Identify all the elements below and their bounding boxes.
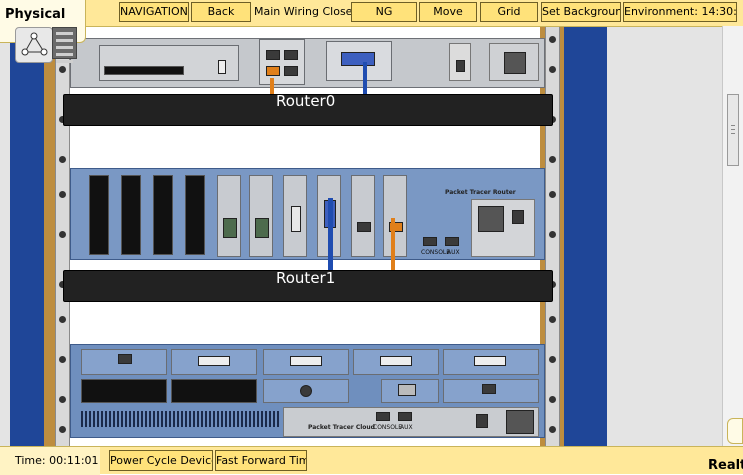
router0-console-port[interactable] [266,66,280,76]
rack-workspace[interactable]: Router0 Packet Tracer Router CONSOLE AUX [0,26,722,446]
vertical-scrollbar[interactable] [722,26,743,446]
back-button[interactable]: Back [191,2,251,22]
router1-power-socket [478,206,504,232]
ng-button[interactable]: NG [351,2,417,22]
simulation-time: Time: 00:11:01 [15,454,99,467]
cloud-serial-module-2 [263,349,349,375]
cloud-rear-panel: Packet Tracer Cloud CONSOLE AUX [283,407,539,437]
router0-blue-cable [363,62,367,94]
router1-brand-text: Packet Tracer Router [445,189,516,196]
router1-console-port[interactable] [423,237,437,246]
location-label: Main Wiring Closet [254,5,357,18]
cloud-console-label: CONSOLE [373,424,403,431]
cloud-chassis[interactable]: Packet Tracer Cloud CONSOLE AUX [70,344,545,438]
router1-blank-slot-1 [89,175,109,255]
router0-usb-port [218,60,226,74]
cloud-brand-text: Packet Tracer Cloud [308,424,375,431]
router1-blank-slot-3 [153,175,173,255]
set-background-button[interactable]: Set Background [541,2,621,22]
realtime-tab-icon[interactable] [727,418,743,444]
cloud-eth-port-2[interactable] [398,384,416,396]
cloud-eth-port-3[interactable] [482,384,496,394]
router1-console-label: CONSOLE [421,249,451,256]
cloud-serial-module-4 [443,349,539,375]
router1-fiber-port-1[interactable] [223,218,237,238]
grid-button[interactable]: Grid [480,2,538,22]
cloud-serial-port-3[interactable] [380,356,412,366]
rack-rail-right [545,26,560,446]
router0-chassis[interactable] [70,38,545,88]
cloud-ethernet-module-3 [443,379,539,403]
rack-view-icon[interactable] [52,27,77,63]
move-button[interactable]: Move [419,2,477,22]
fast-forward-time-button[interactable]: Fast Forward Time [215,450,307,471]
cloud-aux-port[interactable] [398,412,412,421]
cloud-serial-port-4[interactable] [474,356,506,366]
router0-aux-port[interactable] [284,66,298,76]
router0-orange-cable [270,78,274,94]
cloud-power-switch[interactable] [476,414,488,428]
rack-rail-left [55,26,70,446]
cloud-blank-slot-1 [81,379,167,403]
router1-aux-label: AUX [447,249,460,256]
router1-ethernet-module-1 [351,175,375,257]
router0-power-switch[interactable] [449,43,471,81]
cloud-ethernet-module-1 [81,349,167,375]
bottom-toolbar: Time: 00:11:01 Power Cycle Devices Fast … [0,446,743,475]
router0-power-socket [504,52,526,74]
power-cycle-devices-button[interactable]: Power Cycle Devices [109,450,213,471]
cloud-coax-module [263,379,349,403]
router1-orange-cable [391,218,395,270]
cloud-serial-module-1 [171,349,257,375]
router1-aux-port[interactable] [445,237,459,246]
cloud-blank-slot-2 [171,379,257,403]
router0-hwic-slot [99,45,239,81]
cloud-console-port[interactable] [376,412,390,421]
router1-power-supply [471,199,535,257]
router1-label[interactable]: Router1 [276,269,335,287]
cloud-eth-port-1[interactable] [118,354,132,364]
router0-switch-toggle[interactable] [456,60,465,72]
cloud-ethernet-module-2 [381,379,439,403]
top-toolbar: NAVIGATION: Back Main Wiring Closet NG M… [0,0,743,27]
router1-chassis[interactable]: Packet Tracer Router CONSOLE AUX [70,168,545,260]
cluster-navigation-icon[interactable] [15,27,53,63]
realtime-mode-label[interactable]: Realt [708,458,743,473]
router0-gig1-port[interactable] [284,50,298,60]
router0-serial-module [326,41,392,81]
environment-button[interactable]: Environment: 14:30:00 [623,2,737,22]
cloud-aux-label: AUX [400,424,413,431]
router0-serial-port[interactable] [341,52,375,66]
cloud-power-socket [506,410,534,434]
router1-ethernet-module-2 [383,175,407,257]
cloud-serial-port-1[interactable] [198,356,230,366]
router1-blank-slot-4 [185,175,205,255]
router1-power-switch[interactable] [512,210,524,224]
router1-blank-slot-2 [121,175,141,255]
router0-label[interactable]: Router0 [276,92,335,110]
physical-mode-label: Physical [5,7,66,22]
router0-ethernet-ports [259,39,305,85]
router1-fiber-module-2 [249,175,273,257]
router1-serial-module-1 [283,175,307,257]
router1-fiber-module-1 [217,175,241,257]
router1-blue-cable [328,198,333,270]
cloud-vent-grille [81,411,281,427]
router1-fiber-port-2[interactable] [255,218,269,238]
router0-slot-cover [104,66,184,75]
cloud-serial-module-3 [353,349,439,375]
router0-gig0-port[interactable] [266,50,280,60]
navigation-label: NAVIGATION: [119,2,189,22]
cloud-serial-port-2[interactable] [290,356,322,366]
router1-serial-port-1[interactable] [291,206,301,232]
cloud-coax-port[interactable] [300,385,312,397]
router0-power-inlet [489,43,539,81]
router1-fa0-port[interactable] [357,222,371,232]
time-panel: Time: 00:11:01 [0,447,100,475]
scrollbar-thumb[interactable] [727,94,739,166]
